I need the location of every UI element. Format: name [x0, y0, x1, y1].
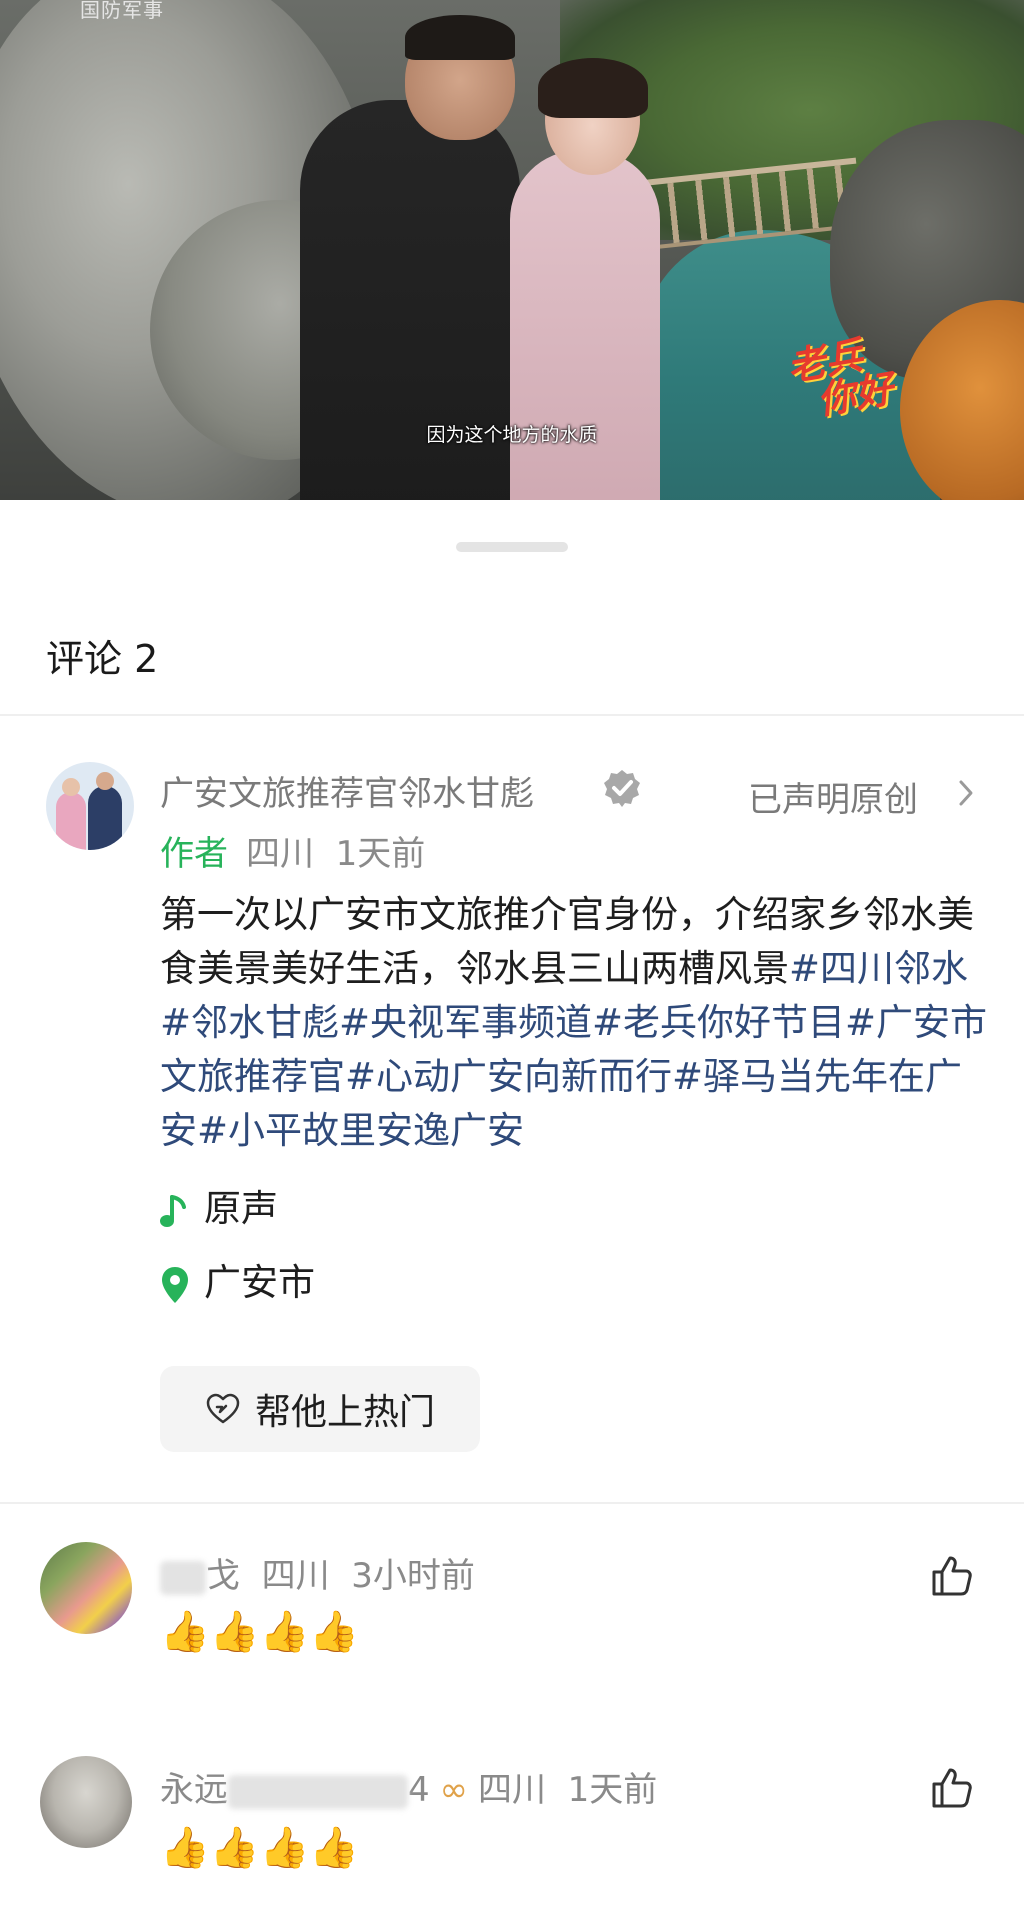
blurred-name	[228, 1774, 408, 1809]
post-text: 第一次以广安市文旅推介官身份，介绍家乡邻水美食美景美好生活，邻水县三山两槽风景#…	[160, 888, 990, 1158]
video-subtitle: 因为这个地方的水质	[426, 424, 598, 446]
boost-button[interactable]: 帮他上热门	[160, 1366, 480, 1452]
author-time: 1天前	[335, 834, 426, 874]
music-label: 原声	[204, 1187, 278, 1230]
sheet-title: 评论 2	[46, 637, 159, 681]
heart-boost-icon	[206, 1393, 240, 1424]
divider	[0, 714, 1024, 716]
video-person-woman-hair	[538, 58, 648, 118]
commenter-name[interactable]: 戈 四川 3小时前	[160, 1548, 475, 1597]
commenter-name[interactable]: 永远 4 ∞ 四川 1天前	[160, 1762, 657, 1811]
original-declared-link[interactable]: 已声明原创	[748, 772, 918, 821]
comment-sheet: 评论 2 广安文旅推荐官邻水甘彪 已声明原创 作者 四川 1天前 第一次以广安市文…	[0, 508, 1024, 1927]
author-location: 四川	[246, 834, 314, 874]
avatar-figure-head	[96, 772, 114, 790]
thumb-up-icon[interactable]	[928, 1764, 976, 1812]
chevron-right-icon[interactable]	[956, 778, 976, 808]
avatar-figure-head	[62, 778, 80, 796]
music-note-icon	[160, 1194, 186, 1227]
show-logo: 老兵 你好	[784, 332, 897, 424]
infinity-emoji: ∞	[439, 1770, 468, 1810]
hashtag-link[interactable]: #小平故里安逸广安	[197, 1109, 524, 1152]
commenter-name-visible: 永远	[160, 1770, 228, 1810]
avatar-figure	[56, 792, 86, 850]
hashtag-link[interactable]: #邻水甘彪	[160, 1001, 339, 1044]
comment-time: 1天前	[567, 1770, 658, 1810]
blurred-name	[160, 1560, 206, 1595]
hashtag-link[interactable]: #心动广安向新而行	[345, 1055, 672, 1098]
hashtag-link[interactable]: #老兵你好节目	[592, 1001, 845, 1044]
comment-time: 3小时前	[351, 1556, 475, 1596]
comment-text: 👍👍👍👍	[160, 1825, 360, 1871]
divider	[0, 1502, 1024, 1504]
drag-handle[interactable]	[456, 542, 568, 552]
commenter-name-visible: 戈	[206, 1556, 240, 1596]
author-meta: 作者 四川 1天前	[160, 826, 425, 875]
verified-badge-icon	[604, 770, 640, 807]
location-label: 广安市	[204, 1261, 315, 1304]
commenter-avatar[interactable]	[40, 1542, 132, 1634]
commenter-avatar[interactable]	[40, 1756, 132, 1848]
channel-logo: 国防军事	[80, 0, 164, 22]
hashtag-link[interactable]: #央视军事频道	[339, 1001, 592, 1044]
comment-text: 👍👍👍👍	[160, 1609, 360, 1655]
author-avatar[interactable]	[46, 762, 134, 850]
boost-button-label: 帮他上热门	[254, 1392, 435, 1433]
video-person-man-hair	[405, 15, 515, 60]
author-tag: 作者	[160, 834, 228, 874]
video-person-woman	[510, 150, 660, 500]
avatar-figure	[88, 786, 122, 850]
commenter-name-visible: 4	[408, 1770, 430, 1810]
location-pin-icon	[162, 1266, 188, 1303]
comment-location: 四川	[261, 1556, 330, 1596]
video-player[interactable]: 国防军事 因为这个地方的水质 老兵 你好	[0, 0, 1024, 500]
hashtag-link[interactable]: #四川邻水	[789, 947, 968, 990]
comment-location: 四川	[477, 1770, 546, 1810]
music-row[interactable]: 原声	[160, 1178, 278, 1232]
author-name[interactable]: 广安文旅推荐官邻水甘彪	[160, 766, 534, 815]
thumb-up-icon[interactable]	[928, 1552, 976, 1600]
location-row[interactable]: 广安市	[160, 1252, 315, 1306]
